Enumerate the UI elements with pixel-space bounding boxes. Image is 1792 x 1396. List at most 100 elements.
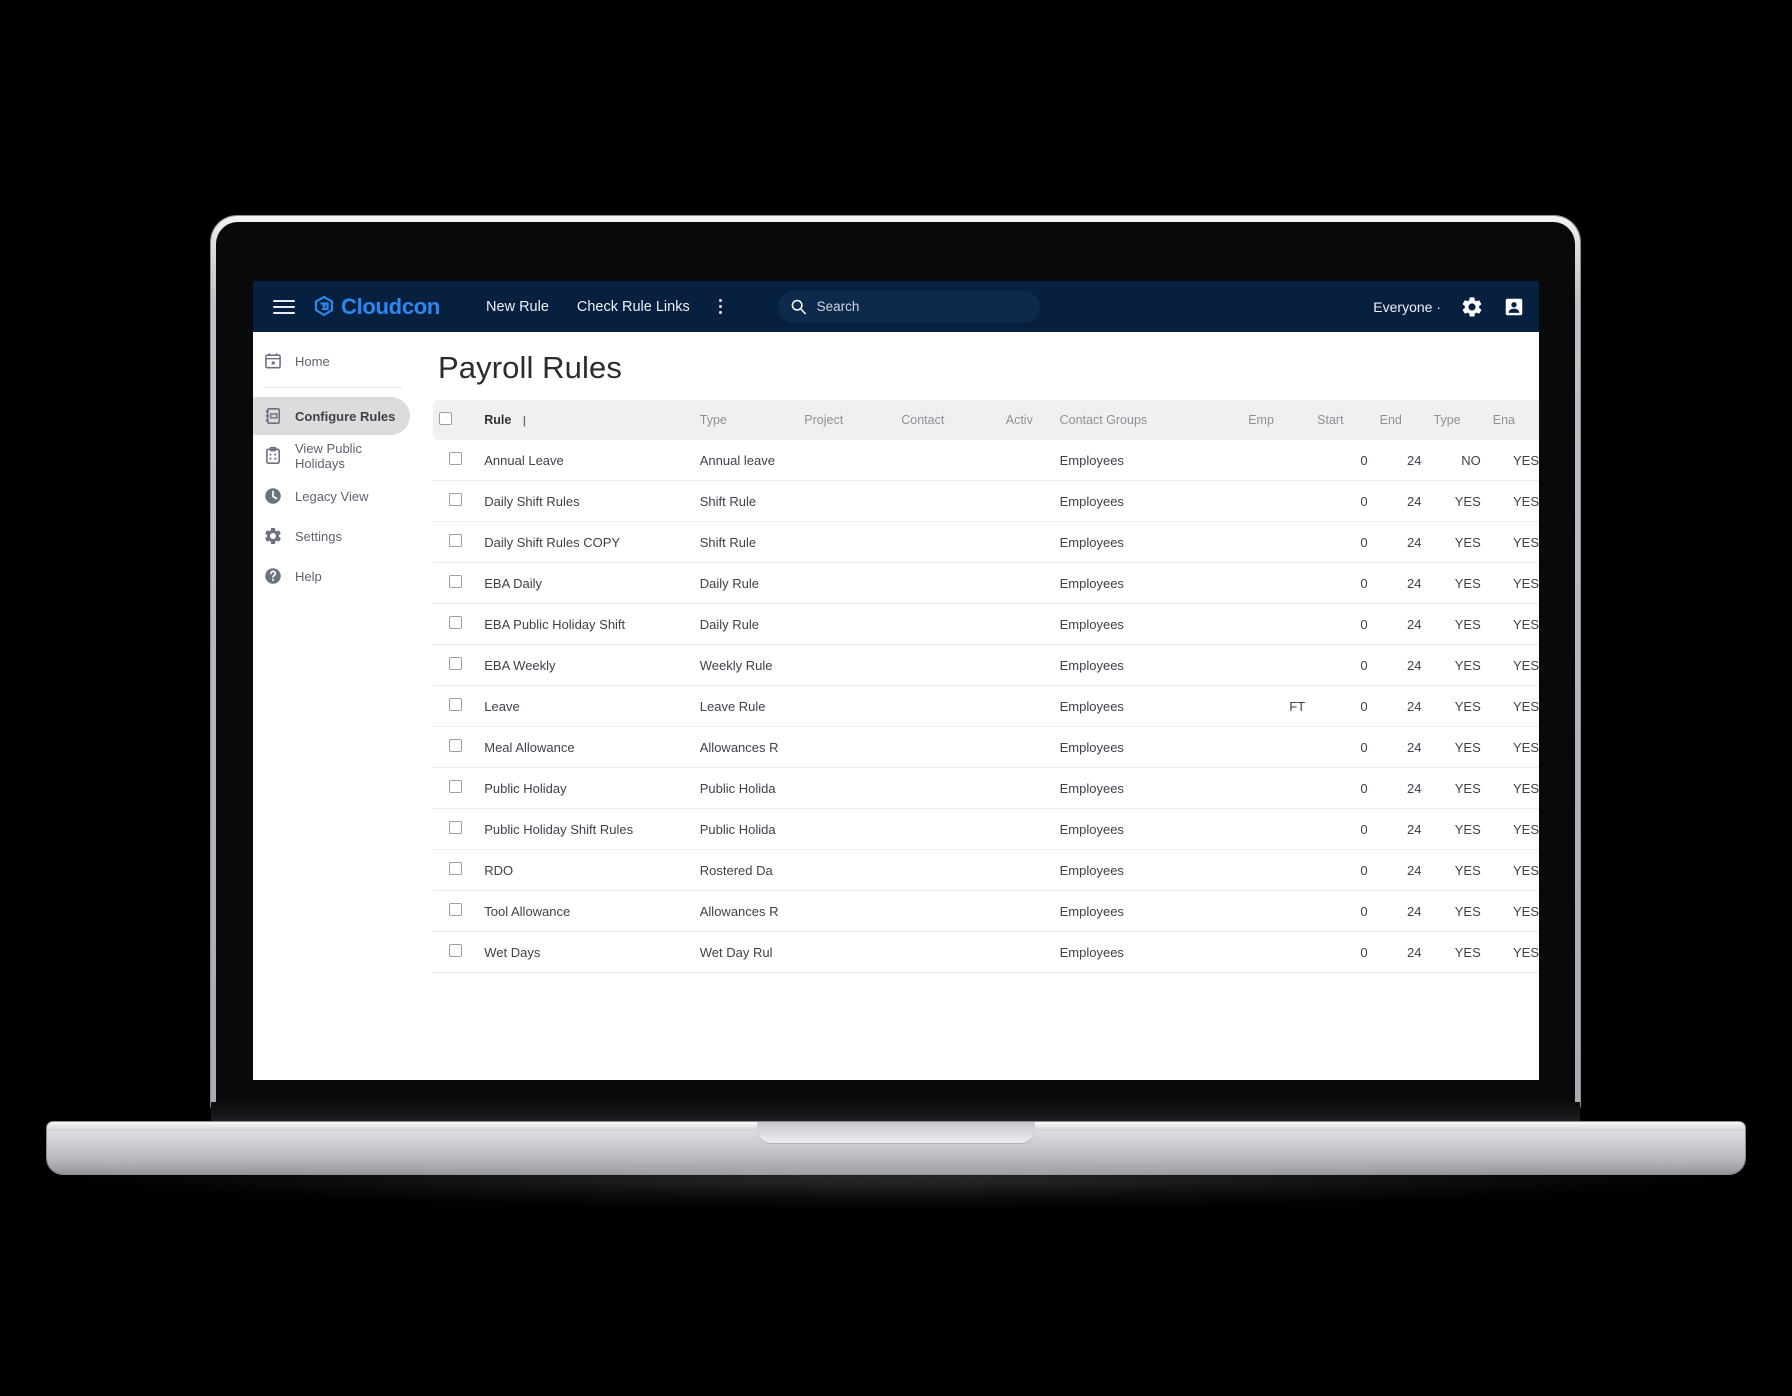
sidebar-item-help[interactable]: Help [253, 557, 410, 595]
cell-emp [1242, 726, 1312, 768]
row-select-cell[interactable] [433, 644, 479, 686]
sidebar-item-legacy-view[interactable]: Legacy View [253, 477, 410, 515]
row-select-checkbox[interactable] [449, 862, 463, 875]
sidebar-item-home[interactable]: Home [253, 342, 410, 380]
row-select-checkbox[interactable] [449, 493, 463, 506]
cell-type: Rostered Da [693, 849, 799, 891]
row-select-checkbox[interactable] [449, 903, 463, 916]
table-row[interactable]: Tool Allowance Allowances R Employees 0 24 YE… [433, 890, 1539, 932]
top-navigation: New Rule Check Rule Links [472, 291, 734, 323]
row-select-cell[interactable] [433, 931, 479, 973]
cell-emp [1242, 849, 1312, 891]
table-row[interactable]: EBA Public Holiday Shift Daily Rule Employ… [433, 603, 1539, 645]
select-all-header[interactable] [433, 400, 478, 440]
laptop-screen: Cloudcon New Rule Check Rule Links Searc… [253, 281, 1539, 1080]
nav-check-rule-links[interactable]: Check Rule Links [563, 291, 704, 323]
table-row[interactable]: Daily Shift Rules Shift Rule Employees 0 24 Y… [433, 480, 1539, 522]
row-select-cell[interactable] [433, 767, 479, 809]
cell-contact-groups: Employees [1053, 685, 1243, 727]
column-header-type[interactable]: Type [694, 400, 799, 440]
row-select-cell[interactable] [433, 440, 479, 481]
laptop-mockup: Cloudcon New Rule Check Rule Links Searc… [0, 0, 1792, 1396]
row-select-checkbox[interactable] [449, 657, 463, 670]
search-box[interactable] [777, 290, 1040, 323]
cell-emp [1242, 480, 1312, 522]
laptop-base-shadow [70, 1170, 1722, 1206]
table-row[interactable]: Public Holiday Shift Rules Public Holida E… [433, 808, 1539, 850]
row-select-checkbox[interactable] [449, 452, 463, 465]
row-select-cell[interactable] [433, 480, 479, 522]
cell-rule: Tool Allowance [478, 890, 694, 932]
cell-type: Shift Rule [693, 480, 799, 522]
table-row[interactable]: EBA Daily Daily Rule Employees 0 24 YES YES [433, 562, 1539, 604]
brand-logo[interactable]: Cloudcon [311, 294, 440, 320]
table-row[interactable]: RDO Rostered Da Employees 0 24 YES YES [433, 849, 1539, 891]
row-select-cell[interactable] [433, 726, 479, 768]
cell-rule: Public Holiday Shift Rules [478, 808, 694, 850]
table-row[interactable]: Meal Allowance Allowances R Employees 0 24 YE… [433, 726, 1539, 768]
row-select-cell[interactable] [433, 603, 479, 645]
column-header-project[interactable]: Project [798, 400, 895, 440]
cell-contact [895, 931, 1000, 973]
column-header-ena[interactable]: Ena [1487, 400, 1539, 440]
row-select-cell[interactable] [433, 808, 479, 850]
rules-table-container[interactable]: Rule | Type Project Contact Activ Contac… [433, 400, 1539, 1080]
sidebar-item-view-public-holidays[interactable]: View Public Holidays [253, 437, 410, 475]
cell-end: 24 [1373, 480, 1428, 522]
row-select-checkbox[interactable] [449, 780, 463, 793]
cell-ena: YES [1486, 603, 1539, 645]
column-header-contact[interactable]: Contact [895, 400, 1000, 440]
table-row[interactable]: Leave Leave Rule Employees FT 0 24 YES YES [433, 685, 1539, 727]
search-input[interactable] [816, 299, 1028, 314]
column-header-activ[interactable]: Activ [1000, 400, 1054, 440]
cloudcon-logo-icon [314, 295, 334, 316]
cell-rule: Wet Days [478, 931, 694, 973]
table-row[interactable]: Daily Shift Rules COPY Shift Rule Employee… [433, 521, 1539, 563]
cell-activ [999, 562, 1054, 604]
sidebar-item-configure-rules[interactable]: Configure Rules [253, 397, 410, 435]
table-row[interactable]: Annual Leave Annual leave Employees 0 24 NO YE… [433, 440, 1539, 481]
kebab-menu-icon[interactable] [708, 292, 734, 322]
nav-new-rule[interactable]: New Rule [472, 291, 563, 323]
column-header-contact-groups[interactable]: Contact Groups [1054, 400, 1243, 440]
select-all-checkbox[interactable] [439, 412, 452, 425]
column-header-emp[interactable]: Emp [1242, 400, 1311, 440]
row-select-checkbox[interactable] [449, 575, 463, 588]
row-select-checkbox[interactable] [449, 739, 463, 752]
row-select-cell[interactable] [433, 521, 479, 563]
cell-start: 0 [1311, 440, 1374, 481]
scope-selector[interactable]: Everyone · [1365, 293, 1449, 321]
cell-type: Leave Rule [693, 685, 799, 727]
row-select-cell[interactable] [433, 849, 479, 891]
cell-project [798, 685, 896, 727]
cell-contact [895, 480, 1000, 522]
row-select-cell[interactable] [433, 890, 479, 932]
cell-rule: Meal Allowance [478, 726, 694, 768]
column-header-rule[interactable]: Rule | [478, 400, 694, 440]
table-row[interactable]: Public Holiday Public Holida Employees 0 24 Y… [433, 767, 1539, 809]
cell-project [798, 562, 896, 604]
cell-start: 0 [1311, 562, 1374, 604]
cell-type: Public Holida [693, 808, 799, 850]
column-header-type2[interactable]: Type [1428, 400, 1487, 440]
table-row[interactable]: EBA Weekly Weekly Rule Employees 0 24 YES YES [433, 644, 1539, 686]
row-select-cell[interactable] [433, 685, 479, 727]
gear-icon[interactable] [1453, 288, 1491, 326]
cell-contact [895, 849, 1000, 891]
sidebar-item-settings[interactable]: Settings [253, 517, 410, 555]
row-select-checkbox[interactable] [449, 616, 463, 629]
row-select-cell[interactable] [433, 562, 479, 604]
cell-ena: YES [1486, 767, 1539, 809]
table-row[interactable]: Wet Days Wet Day Rul Employees 0 24 YES YES [433, 931, 1539, 973]
row-select-checkbox[interactable] [449, 944, 463, 957]
cell-type: Public Holida [693, 767, 799, 809]
column-header-start[interactable]: Start [1311, 400, 1373, 440]
row-select-checkbox[interactable] [449, 534, 463, 547]
cell-contact-groups: Employees [1053, 603, 1243, 645]
row-select-checkbox[interactable] [449, 821, 463, 834]
account-avatar-icon[interactable] [1495, 288, 1533, 326]
hamburger-menu-icon[interactable] [265, 288, 303, 326]
row-select-checkbox[interactable] [449, 698, 463, 711]
cell-project [798, 480, 896, 522]
column-header-end[interactable]: End [1374, 400, 1428, 440]
